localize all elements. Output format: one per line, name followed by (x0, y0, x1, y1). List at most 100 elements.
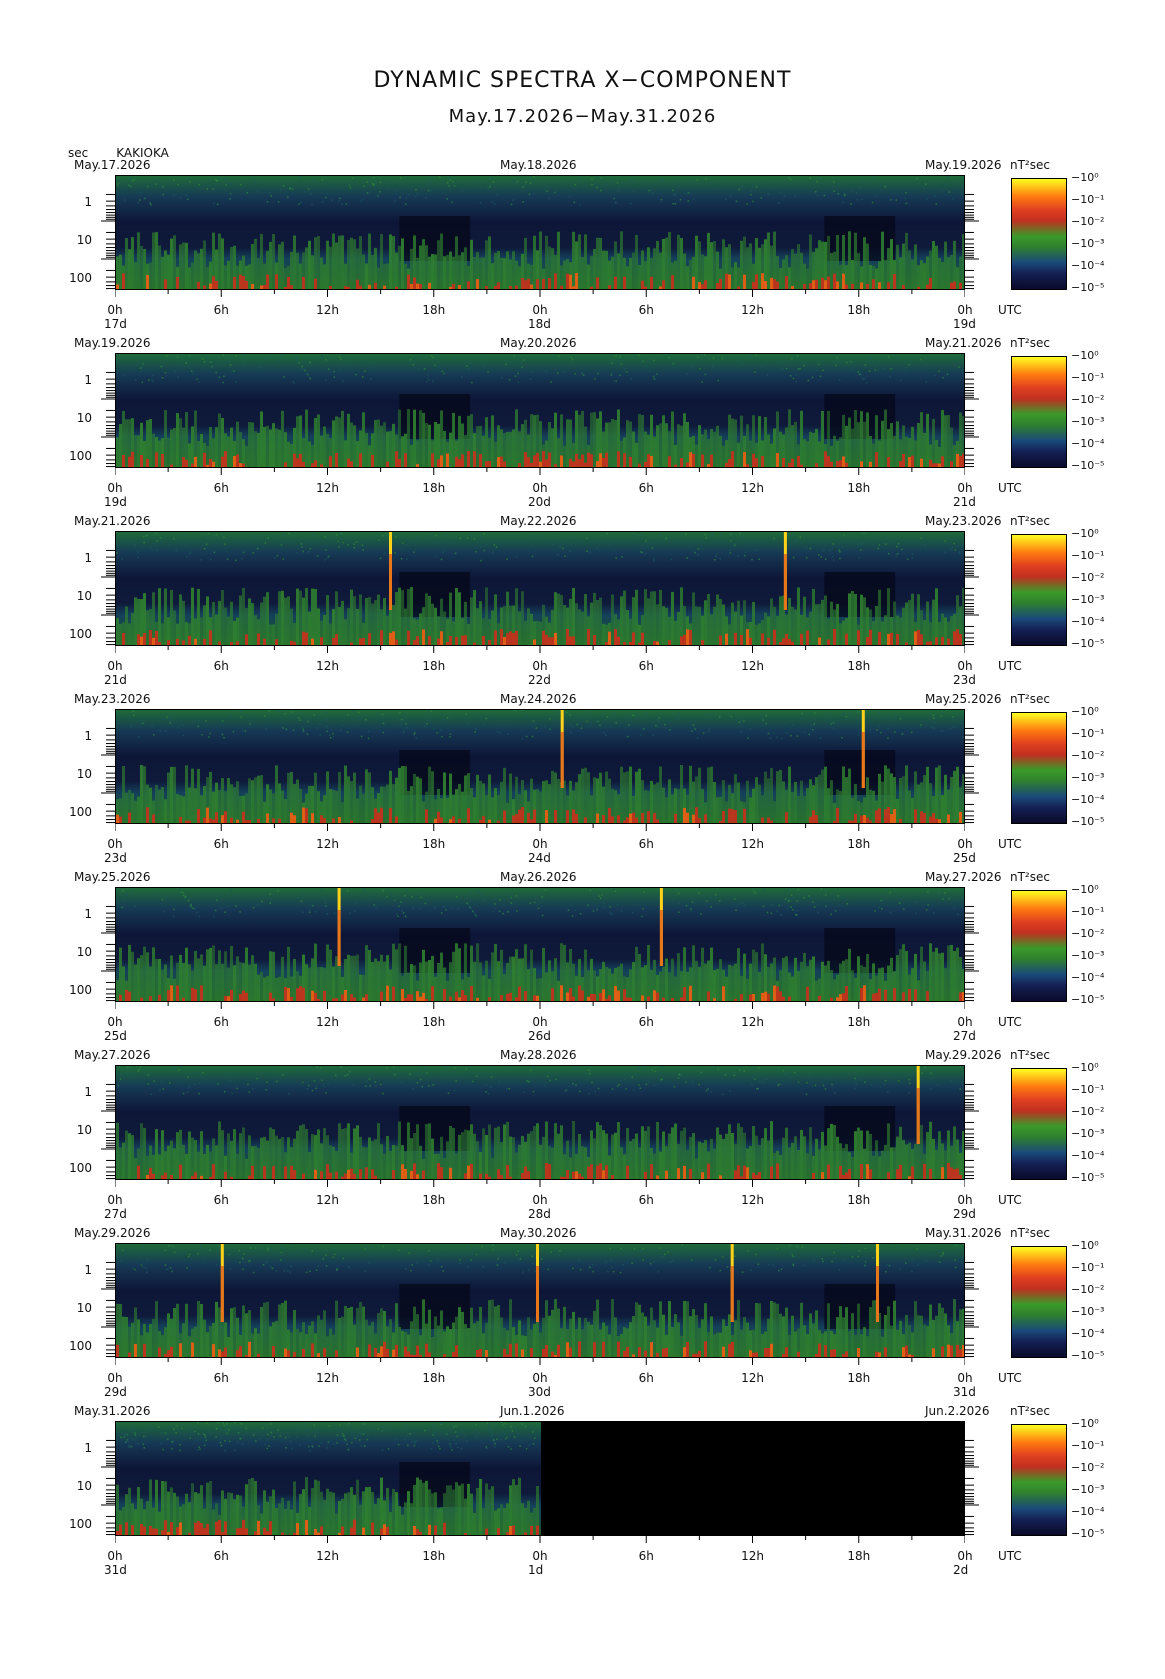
x-tick-label: 18h (422, 481, 446, 495)
colorbar-label: −10⁻¹ (1071, 549, 1105, 562)
x-tick-label: 0h (107, 303, 123, 317)
colorbar-label: −10⁻³ (1071, 1305, 1105, 1318)
day-label-start: 25d (104, 1029, 127, 1043)
x-tick-label: 0h (957, 481, 973, 495)
colorbar-label: −10⁻³ (1071, 771, 1105, 784)
colorbar-label: −10⁰ (1071, 349, 1099, 362)
colorbar-label: −10⁻³ (1071, 237, 1105, 250)
axis-ticks (101, 1439, 979, 1536)
x-tick-label: 18h (847, 1371, 871, 1385)
colorbar-label: −10⁻¹ (1071, 905, 1105, 918)
colorbar-label: −10⁻² (1071, 1105, 1105, 1118)
x-tick-label: 0h (532, 303, 548, 317)
spectra-panel: May.27.2026 May.28.2026 May.29.2026 nT²sec 1… (0, 1048, 1165, 1230)
panel-mid-date: May.20.2026 (500, 336, 577, 350)
x-tick-label: 18h (847, 303, 871, 317)
colorbar-label: −10⁻¹ (1071, 727, 1105, 740)
panel-start-date: May.23.2026 (74, 692, 151, 706)
colorbar (1011, 534, 1067, 646)
day-label-end: 23d (953, 673, 976, 687)
x-tick-label: 0h (957, 1193, 973, 1207)
colorbar (1011, 1068, 1067, 1180)
colorbar-unit: nT²sec (1010, 1404, 1050, 1418)
panel-mid-date: May.22.2026 (500, 514, 577, 528)
x-axis-ticks (115, 1180, 965, 1187)
x-tick-label: 12h (316, 1371, 339, 1385)
axis-ticks (101, 549, 979, 646)
colorbar (1011, 1246, 1067, 1358)
panel-start-date: May.19.2026 (74, 336, 151, 350)
colorbar-label: −10⁰ (1071, 1239, 1099, 1252)
colorbar-unit: nT²sec (1010, 870, 1050, 884)
panel-start-date: May.25.2026 (74, 870, 151, 884)
x-tick-label: 0h (532, 659, 548, 673)
colorbar-label: −10⁻⁵ (1071, 1349, 1105, 1362)
x-tick-label: 0h (532, 1549, 548, 1563)
x-tick-label: 6h (213, 303, 229, 317)
x-tick-label: 0h (107, 1549, 123, 1563)
panel-start-date: May.31.2026 (74, 1404, 151, 1418)
colorbar (1011, 1424, 1067, 1536)
colorbar-label: −10⁻² (1071, 749, 1105, 762)
x-axis-ticks (115, 646, 965, 653)
axis-ticks (101, 193, 979, 290)
panel-end-date: Jun.2.2026 (925, 1404, 990, 1418)
x-tick-label: 12h (741, 1015, 764, 1029)
day-label-mid: 22d (528, 673, 551, 687)
x-tick-label: 0h (957, 1371, 973, 1385)
spectra-panel: May.29.2026 May.30.2026 May.31.2026 nT²sec 1… (0, 1226, 1165, 1408)
x-tick-label: 12h (741, 303, 764, 317)
day-label-start: 21d (104, 673, 127, 687)
x-tick-label: 18h (847, 481, 871, 495)
panel-end-date: May.21.2026 (925, 336, 1002, 350)
x-tick-label: 12h (316, 303, 339, 317)
x-tick-label: 0h (957, 303, 973, 317)
colorbar-unit: nT²sec (1010, 1048, 1050, 1062)
x-axis-utc: UTC (998, 303, 1022, 317)
x-tick-label: 18h (422, 837, 446, 851)
x-tick-label: 6h (638, 1371, 654, 1385)
x-tick-label: 6h (213, 1371, 229, 1385)
spectra-panel: May.19.2026 May.20.2026 May.21.2026 nT²sec 1… (0, 336, 1165, 518)
panel-mid-date: May.30.2026 (500, 1226, 577, 1240)
x-axis-ticks (115, 290, 965, 297)
x-axis-utc: UTC (998, 481, 1022, 495)
colorbar-unit: nT²sec (1010, 336, 1050, 350)
x-tick-label: 12h (316, 481, 339, 495)
panel-mid-date: May.26.2026 (500, 870, 577, 884)
x-tick-label: 0h (107, 1015, 123, 1029)
x-axis-ticks (115, 468, 965, 475)
day-label-start: 27d (104, 1207, 127, 1221)
x-tick-label: 6h (638, 303, 654, 317)
x-tick-label: 6h (638, 1549, 654, 1563)
panel-mid-date: May.24.2026 (500, 692, 577, 706)
x-tick-label: 0h (957, 837, 973, 851)
x-tick-label: 12h (741, 1193, 764, 1207)
x-axis-utc: UTC (998, 1371, 1022, 1385)
x-axis-utc: UTC (998, 1549, 1022, 1563)
x-tick-label: 6h (213, 481, 229, 495)
colorbar (1011, 890, 1067, 1002)
colorbar-label: −10⁻⁴ (1071, 793, 1105, 806)
x-tick-label: 12h (316, 1193, 339, 1207)
chart-title: DYNAMIC SPECTRA X−COMPONENT (373, 68, 792, 93)
panel-start-date: May.21.2026 (74, 514, 151, 528)
x-tick-label: 12h (316, 837, 339, 851)
x-tick-label: 6h (213, 659, 229, 673)
panel-end-date: May.31.2026 (925, 1226, 1002, 1240)
x-tick-label: 18h (847, 1549, 871, 1563)
colorbar-unit: nT²sec (1010, 1226, 1050, 1240)
x-axis-ticks (115, 1002, 965, 1009)
x-axis-ticks (115, 824, 965, 831)
axis-ticks (101, 371, 979, 468)
x-tick-label: 12h (316, 659, 339, 673)
colorbar-label: −10⁻³ (1071, 949, 1105, 962)
day-label-end: 27d (953, 1029, 976, 1043)
panel-end-date: May.25.2026 (925, 692, 1002, 706)
colorbar-label: −10⁻² (1071, 215, 1105, 228)
colorbar-label: −10⁻⁴ (1071, 971, 1105, 984)
x-tick-label: 0h (957, 659, 973, 673)
x-tick-label: 0h (107, 837, 123, 851)
spectra-panel: May.17.2026 May.18.2026 May.19.2026 nT²sec 1… (0, 158, 1165, 340)
colorbar-label: −10⁻⁵ (1071, 815, 1105, 828)
